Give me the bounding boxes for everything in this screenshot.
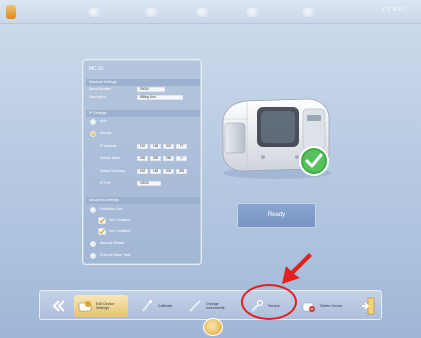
auto-radio[interactable]	[90, 119, 96, 125]
top-tab-2[interactable]	[145, 6, 159, 18]
checkmark-icon	[98, 228, 106, 235]
ip-port-field[interactable]: 20000	[137, 181, 161, 186]
checkmark-icon	[299, 146, 329, 176]
gateway-octet-1[interactable]: 192	[137, 169, 148, 174]
extraction-unit-radio[interactable]	[90, 207, 96, 213]
tooth-icon	[145, 7, 159, 17]
ip-address-label: IP Address	[100, 144, 117, 148]
milling-machine-image	[222, 98, 331, 179]
subnet-octet-3[interactable]: 255	[163, 156, 174, 161]
top-tab-1[interactable]	[88, 6, 102, 18]
bottom-toolbar: Edit Device Settings Calibrate Change in…	[39, 290, 382, 320]
set2-label: Set 2 enabled	[109, 229, 130, 233]
device-settings-panel: MC XL Machine Settings Serial Number 000…	[82, 59, 202, 265]
edit-device-settings-label: Edit Device Settings	[96, 301, 115, 311]
subnet-mask-label: Subnet Mask	[100, 156, 120, 160]
home-tooth-icon[interactable]	[203, 318, 223, 336]
ip-address-octet-3[interactable]: 200	[163, 144, 174, 149]
delete-device-button[interactable]: Delete Device	[302, 295, 348, 317]
checkmark-icon	[98, 217, 106, 224]
back-arrow-icon[interactable]	[52, 300, 66, 312]
description-field[interactable]: Milling Unit	[137, 95, 183, 100]
gateway-octet-2[interactable]: 168	[150, 169, 161, 174]
exit-door-icon[interactable]	[360, 297, 376, 315]
serial-number-label: Serial Number	[89, 87, 111, 91]
description-label: Description	[89, 95, 106, 99]
tooth-icon	[246, 7, 260, 17]
barcode-reader-label: Barcode Reader	[100, 241, 125, 245]
serial-number-field[interactable]: 00000	[137, 87, 165, 92]
ip-port-label: IP Port	[100, 181, 111, 185]
auto-label: Auto	[100, 119, 107, 123]
subnet-octet-4[interactable]: 0	[176, 156, 187, 161]
ip-address-octet-4[interactable]: 77	[176, 144, 187, 149]
set1-label: Set 1 enabled	[109, 218, 130, 222]
advanced-settings-header: Advanced Settings	[86, 197, 200, 204]
ip-address-octet-1[interactable]: 192	[137, 144, 148, 149]
panel-title: MC XL	[89, 66, 105, 72]
edit-device-settings-button[interactable]: Edit Device Settings	[74, 295, 128, 317]
subnet-octet-2[interactable]: 255	[150, 156, 161, 161]
change-tools-label: Change instruments	[206, 301, 225, 311]
tooth-icon	[196, 7, 210, 17]
device-settings-icon	[78, 301, 92, 312]
manual-label: Manual	[100, 131, 112, 135]
calibrate-tool-icon	[142, 300, 152, 312]
change-tools-icon	[189, 300, 201, 312]
default-gateway-label: Default Gateway	[100, 169, 126, 173]
ip-address-octet-2[interactable]: 168	[150, 144, 161, 149]
extraction-unit-label: Extraction Unit	[100, 207, 123, 211]
barcode-reader-radio[interactable]	[90, 241, 96, 247]
top-tab-5[interactable]	[302, 6, 316, 18]
app-window: CEREC MC XL Machine Settings Serial Numb…	[0, 0, 421, 338]
water-tank-radio[interactable]	[90, 253, 96, 259]
calibrate-button[interactable]: Calibrate	[140, 295, 186, 317]
delete-device-label: Delete Device	[320, 303, 343, 308]
subnet-octet-1[interactable]: 255	[137, 156, 148, 161]
delete-device-icon	[302, 302, 315, 312]
top-tab-4[interactable]	[246, 6, 260, 18]
top-tab-3[interactable]	[196, 6, 210, 18]
annotation-arrow	[282, 253, 312, 284]
annotation-circle	[241, 284, 297, 320]
manual-radio[interactable]	[90, 131, 96, 137]
gateway-octet-4[interactable]: 283	[176, 169, 187, 174]
set2-checkbox[interactable]	[98, 228, 106, 235]
app-logo[interactable]	[6, 5, 16, 19]
water-tank-label: External Water Tank	[100, 253, 131, 257]
machine-settings-header: Machine Settings	[86, 79, 200, 86]
brand-logo: CEREC	[382, 7, 407, 13]
ip-settings-header: IP Settings	[86, 110, 200, 117]
top-navigation-bar: CEREC	[0, 0, 421, 24]
tooth-icon	[302, 7, 316, 17]
change-tools-button[interactable]: Change instruments	[188, 295, 234, 317]
tooth-icon	[88, 7, 102, 17]
calibrate-label: Calibrate	[158, 303, 173, 308]
gateway-octet-3[interactable]: 200	[163, 169, 174, 174]
set1-checkbox[interactable]	[98, 217, 106, 224]
status-ready-badge: Ready	[237, 203, 316, 228]
